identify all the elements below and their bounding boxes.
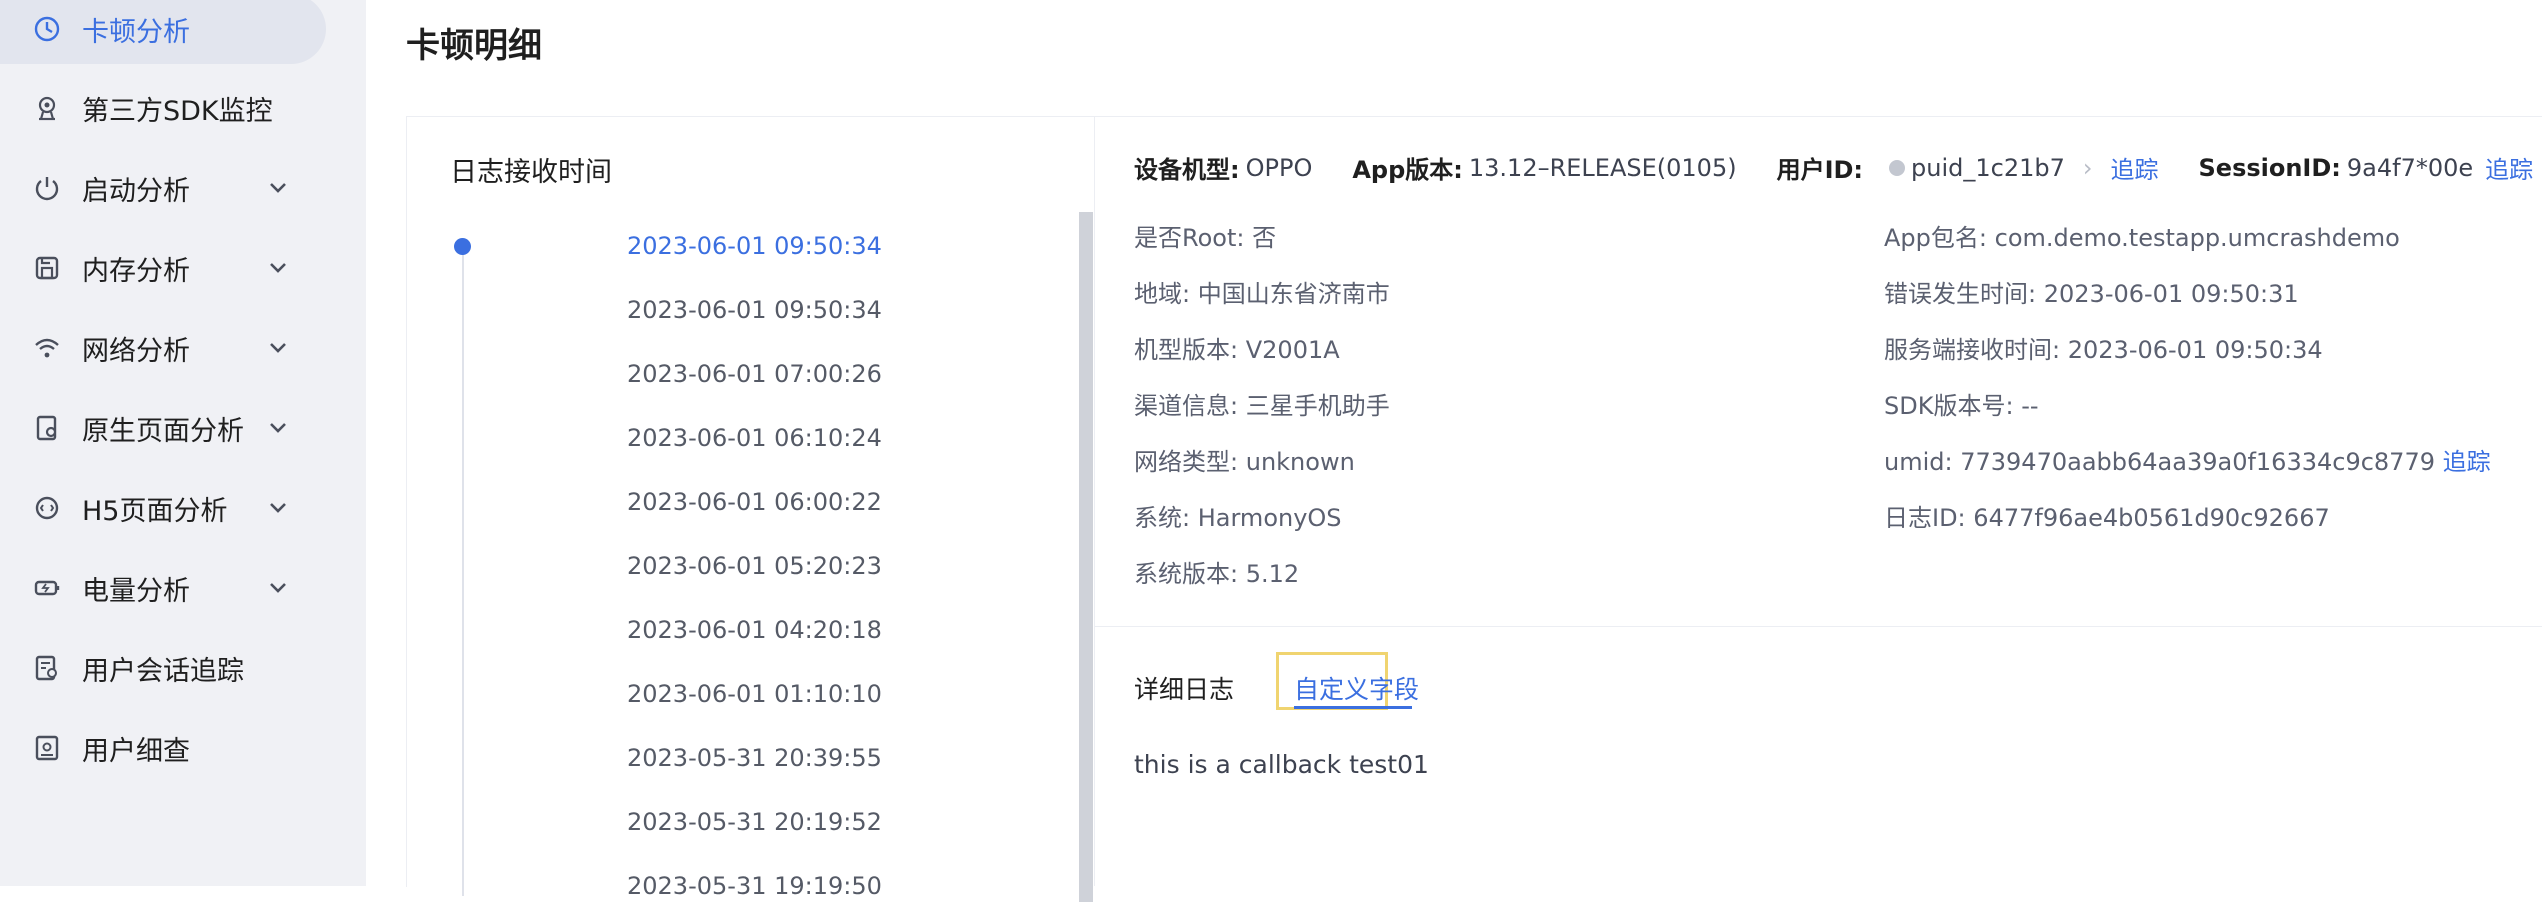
user-detail-icon bbox=[32, 733, 62, 763]
chevron-down-icon[interactable] bbox=[266, 576, 290, 600]
timestamp-item[interactable]: 2023-05-31 20:19:52 bbox=[627, 808, 882, 836]
session-trace-icon bbox=[32, 653, 62, 683]
detail-panel: 设备机型: OPPO App版本: 13.12–RELEASE(0105) 用户… bbox=[1094, 116, 2542, 886]
timestamp-item[interactable]: 2023-06-01 06:00:22 bbox=[627, 488, 882, 516]
save-icon bbox=[32, 253, 62, 283]
field-system: 系统: HarmonyOS bbox=[1134, 504, 1342, 532]
timestamp-item[interactable]: 2023-06-01 05:20:23 bbox=[627, 552, 882, 580]
timestamp-item[interactable]: 2023-06-01 09:50:34 bbox=[627, 232, 882, 260]
sidebar-item-label: 用户细查 bbox=[82, 735, 190, 767]
user-id-label: 用户ID: bbox=[1776, 156, 1864, 184]
divider bbox=[1094, 626, 2542, 627]
app-version-value: 13.12–RELEASE(0105) bbox=[1468, 153, 1737, 182]
sidebar-item-label: 电量分析 bbox=[82, 575, 190, 607]
device-model-label: 设备机型: bbox=[1134, 156, 1240, 184]
umid-trace-link[interactable]: 追踪 bbox=[2443, 448, 2491, 476]
session-id-label: SessionID: bbox=[2198, 153, 2341, 182]
sdk-monitor-icon bbox=[32, 93, 62, 123]
sidebar-item-battery-analysis[interactable]: 电量分析 bbox=[0, 553, 326, 623]
log-time-panel: 日志接收时间 2023-06-01 09:50:34 2023-06-01 09… bbox=[406, 116, 1095, 902]
chevron-down-icon[interactable] bbox=[266, 256, 290, 280]
sidebar-item-label: 网络分析 bbox=[82, 335, 190, 367]
page-title: 卡顿明细 bbox=[406, 26, 542, 66]
sidebar-item-h5-page-analysis[interactable]: H5页面分析 bbox=[0, 473, 326, 543]
field-system-version: 系统版本: 5.12 bbox=[1134, 560, 1300, 588]
chevron-right-icon: › bbox=[2082, 153, 2093, 182]
sidebar-item-label: 卡顿分析 bbox=[82, 16, 190, 48]
field-log-id: 日志ID: 6477f96ae4b0561d90c92667 bbox=[1884, 504, 2330, 532]
field-region: 地域: 中国山东省济南市 bbox=[1134, 280, 1390, 308]
field-channel: 渠道信息: 三星手机助手 bbox=[1134, 392, 1390, 420]
chevron-down-icon[interactable] bbox=[266, 496, 290, 520]
chevron-down-icon[interactable] bbox=[266, 176, 290, 200]
device-info-row: 设备机型: OPPO App版本: 13.12–RELEASE(0105) 用户… bbox=[1134, 150, 2533, 185]
sidebar-item-label: 用户会话追踪 bbox=[82, 655, 244, 687]
sidebar-item-label: 第三方SDK监控 bbox=[82, 95, 273, 127]
wifi-icon bbox=[32, 333, 62, 363]
sidebar-item-label: H5页面分析 bbox=[82, 495, 228, 527]
timeline-active-dot bbox=[454, 238, 471, 255]
timestamp-item[interactable]: 2023-06-01 06:10:24 bbox=[627, 424, 882, 452]
tab-custom-fields[interactable]: 自定义字段 bbox=[1294, 670, 1419, 706]
stutter-analysis-icon bbox=[32, 14, 62, 44]
timestamp-item[interactable]: 2023-06-01 07:00:26 bbox=[627, 360, 882, 388]
sidebar-item-sdk-monitor[interactable]: 第三方SDK监控 bbox=[0, 73, 326, 143]
page-icon bbox=[32, 413, 62, 443]
h5-icon bbox=[32, 493, 62, 523]
sidebar-item-user-detail[interactable]: 用户细查 bbox=[0, 713, 326, 783]
field-network-type: 网络类型: unknown bbox=[1134, 448, 1355, 476]
sidebar-item-label: 内存分析 bbox=[82, 255, 190, 287]
session-id-value: 9a4f7*00e bbox=[2346, 153, 2474, 182]
sidebar-item-user-session-trace[interactable]: 用户会话追踪 bbox=[0, 633, 326, 703]
app-version-label: App版本: bbox=[1352, 156, 1463, 184]
timeline-line bbox=[462, 246, 464, 896]
timestamp-item[interactable]: 2023-06-01 01:10:10 bbox=[627, 680, 882, 708]
sidebar-item-native-page-analysis[interactable]: 原生页面分析 bbox=[0, 393, 326, 463]
timestamp-item[interactable]: 2023-06-01 04:20:18 bbox=[627, 616, 882, 644]
custom-field-content: this is a callback test01 bbox=[1134, 750, 1429, 779]
sidebar-item-memory-analysis[interactable]: 内存分析 bbox=[0, 233, 326, 303]
field-error-time: 错误发生时间: 2023-06-01 09:50:31 bbox=[1884, 280, 2299, 308]
field-app-package: App包名: com.demo.testapp.umcrashdemo bbox=[1884, 224, 2400, 252]
sidebar-item-label: 原生页面分析 bbox=[82, 415, 244, 447]
battery-icon bbox=[32, 573, 62, 603]
chevron-down-icon[interactable] bbox=[266, 416, 290, 440]
sidebar-item-network-analysis[interactable]: 网络分析 bbox=[0, 313, 326, 383]
session-trace-link[interactable]: 追踪 bbox=[2485, 150, 2533, 185]
info-icon bbox=[1889, 159, 1906, 176]
sidebar-item-startup-analysis[interactable]: 启动分析 bbox=[0, 153, 326, 223]
device-model-value: OPPO bbox=[1245, 153, 1313, 182]
chevron-down-icon[interactable] bbox=[266, 336, 290, 360]
power-icon bbox=[32, 173, 62, 203]
field-root: 是否Root: 否 bbox=[1134, 224, 1277, 252]
sidebar: 卡顿分析 第三方SDK监控 启动分析 内存分析 网络分析 原生页面分析 H5页面… bbox=[0, 0, 366, 886]
timestamp-item[interactable]: 2023-06-01 09:50:34 bbox=[627, 296, 882, 324]
field-server-receive-time: 服务端接收时间: 2023-06-01 09:50:34 bbox=[1884, 336, 2323, 364]
timestamp-item[interactable]: 2023-05-31 20:39:55 bbox=[627, 744, 882, 772]
field-model-version: 机型版本: V2001A bbox=[1134, 336, 1340, 364]
sidebar-item-stutter-analysis[interactable]: 卡顿分析 bbox=[0, 0, 326, 64]
log-panel-title: 日志接收时间 bbox=[450, 157, 612, 188]
user-trace-link[interactable]: 追踪 bbox=[2111, 150, 2159, 185]
tab-active-underline bbox=[1294, 706, 1412, 709]
tab-detailed-log[interactable]: 详细日志 bbox=[1134, 670, 1234, 706]
timestamp-item[interactable]: 2023-05-31 19:19:50 bbox=[627, 872, 882, 900]
field-umid: umid: 7739470aabb64aa39a0f16334c9c8779 追… bbox=[1884, 448, 2491, 476]
scrollbar[interactable] bbox=[1079, 212, 1093, 902]
field-sdk-version: SDK版本号: -- bbox=[1884, 392, 2039, 420]
user-id-value: puid_1c21b7 bbox=[1911, 153, 2065, 182]
sidebar-item-label: 启动分析 bbox=[82, 175, 190, 207]
